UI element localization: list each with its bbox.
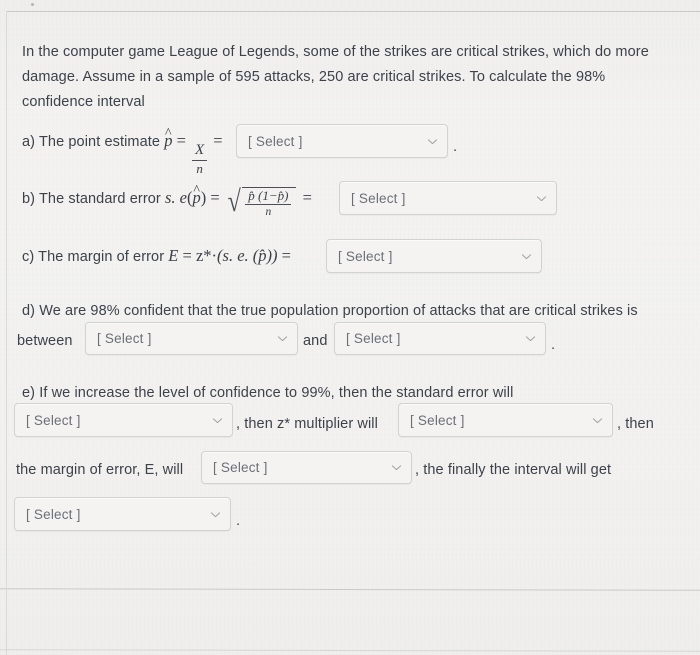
equals-c-2: =	[281, 246, 291, 265]
select-interval-lower-bound-label: [ Select ]	[97, 331, 152, 346]
part-b-line: b) The standard error s. e(^ p) = √ p̂ (1…	[22, 183, 312, 218]
standard-error-expression: (s. e. (p̂))	[217, 246, 278, 265]
part-b-formula: s. e(^ p) = √ p̂ (1−p̂) n =	[165, 183, 312, 218]
select-interval-upper-bound[interactable]: [ Select ]	[334, 322, 546, 355]
select-standard-error-change[interactable]: [ Select ]	[14, 403, 233, 437]
part-d-line1: d) We are 98% confident that the true po…	[22, 303, 638, 319]
select-interval-change[interactable]: [ Select ]	[14, 497, 231, 531]
chevron-down-icon[interactable]	[390, 461, 403, 474]
sqrt-expression: √ p̂ (1−p̂) n	[226, 187, 297, 218]
z-star-symbol: z*	[195, 246, 212, 265]
select-margin-error-change-label: [ Select ]	[213, 460, 268, 475]
fraction-variance: p̂ (1−p̂) n	[245, 187, 292, 218]
paren-close-b: )	[200, 188, 207, 207]
fraction-numerator-a: X	[195, 141, 205, 158]
p-hat-caret-b: ^	[193, 182, 200, 198]
part-c-prefix: c) The margin of error	[22, 249, 165, 265]
worksheet-page: In the computer game League of Legends, …	[0, 0, 700, 655]
fraction-x-over-n: X n	[192, 141, 208, 176]
chevron-down-icon[interactable]	[211, 414, 224, 427]
equals-a-2: =	[213, 131, 223, 150]
part-d-period: .	[551, 336, 556, 353]
question-content: In the computer game League of Legends, …	[0, 0, 700, 655]
part-e-finally-text: , the finally the interval will get	[415, 462, 612, 478]
select-z-multiplier-change[interactable]: [ Select ]	[398, 403, 613, 437]
part-a-period: .	[453, 138, 458, 155]
part-c-formula: E = z*·(s. e. (p̂)) =	[168, 246, 291, 265]
equals-b: =	[210, 188, 220, 207]
part-e-then-z-text: , then z* multiplier will	[236, 416, 378, 432]
part-c-line: c) The margin of error E = z*·(s. e. (p̂…	[22, 243, 291, 270]
fraction-numerator-b: p̂ (1−p̂)	[248, 187, 289, 203]
part-d-between-label: between	[17, 333, 73, 349]
select-interval-change-label: [ Select ]	[26, 506, 81, 522]
standard-error-symbol: s. e	[165, 188, 187, 207]
select-margin-of-error-value[interactable]: [ Select ]	[326, 239, 542, 273]
select-standard-error-value-label: [ Select ]	[351, 190, 406, 206]
select-interval-upper-bound-label: [ Select ]	[346, 331, 401, 346]
select-interval-lower-bound[interactable]: [ Select ]	[85, 322, 298, 355]
part-d-and-label: and	[303, 333, 328, 349]
question-intro: In the computer game League of Legends, …	[22, 44, 649, 110]
p-hat-caret-a: ^	[165, 125, 172, 141]
select-margin-of-error-value-label: [ Select ]	[338, 248, 393, 264]
chevron-down-icon[interactable]	[535, 192, 548, 205]
equals-a: =	[176, 131, 186, 150]
part-e-period: .	[236, 512, 241, 529]
select-standard-error-change-label: [ Select ]	[26, 412, 81, 428]
fraction-denominator-a: n	[196, 160, 203, 176]
equals-b-2: =	[302, 188, 312, 207]
part-a-line: a) The point estimate ^ p = X n =	[22, 126, 223, 175]
radical-icon: √	[227, 184, 241, 218]
chevron-down-icon[interactable]	[524, 332, 537, 345]
part-b-prefix: b) The standard error	[22, 191, 161, 207]
select-point-estimate[interactable]: [ Select ]	[236, 124, 448, 158]
select-point-estimate-label: [ Select ]	[248, 133, 303, 149]
chevron-down-icon[interactable]	[591, 414, 604, 427]
chevron-down-icon[interactable]	[426, 135, 439, 148]
chevron-down-icon[interactable]	[276, 332, 289, 345]
chevron-down-icon[interactable]	[209, 508, 222, 521]
part-a-prefix: a) The point estimate	[22, 134, 161, 150]
margin-error-symbol: E	[168, 246, 179, 265]
part-e-then-text: , then	[617, 416, 654, 432]
part-a-formula: ^ p = X n =	[164, 126, 223, 175]
select-z-multiplier-change-label: [ Select ]	[410, 412, 465, 428]
select-standard-error-value[interactable]: [ Select ]	[339, 181, 557, 215]
equals-c: =	[182, 246, 192, 265]
part-e-margin-prefix: the margin of error, E, will	[16, 462, 184, 478]
select-margin-error-change[interactable]: [ Select ]	[201, 451, 412, 484]
chevron-down-icon[interactable]	[520, 250, 533, 263]
fraction-denominator-b: n	[265, 205, 272, 218]
